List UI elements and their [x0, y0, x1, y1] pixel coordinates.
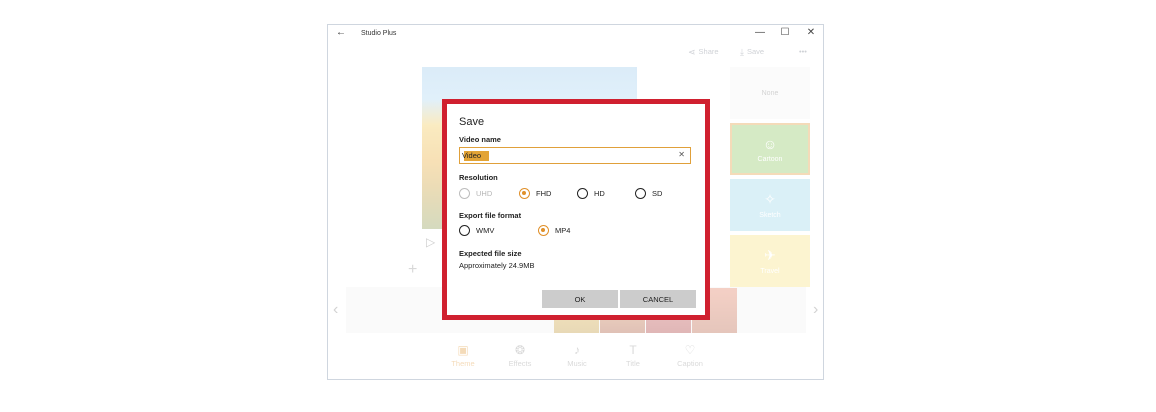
radio-circle [459, 188, 470, 199]
caption-bubble-icon: ♡ [684, 343, 696, 357]
format-label: Export file format [459, 211, 522, 220]
save-dialog: Save Video name ✕ Resolution UHD FHD HD … [459, 116, 699, 308]
resolution-sd-radio[interactable]: SD [635, 188, 662, 199]
tab-music[interactable]: ♪ Music [552, 343, 602, 368]
app-title: Studio Plus [361, 30, 397, 37]
resolution-hd-radio[interactable]: HD [577, 188, 605, 199]
title-bar: ← Studio Plus — ☐ ✕ [328, 25, 823, 43]
resolution-fhd-radio[interactable]: FHD [519, 188, 551, 199]
resolution-hd-label: HD [594, 189, 605, 198]
resolution-uhd-radio[interactable]: UHD [459, 188, 492, 199]
dialog-title: Save [459, 116, 485, 128]
resolution-uhd-label: UHD [476, 189, 493, 198]
effect-tile-1-label: Cartoon [757, 155, 783, 163]
save-label: Save [746, 47, 765, 56]
resolution-sd-label: SD [652, 189, 663, 198]
ok-button[interactable]: OK [542, 290, 618, 308]
music-note-icon: ♪ [574, 343, 580, 357]
more-icon[interactable]: ••• [799, 47, 807, 56]
resolution-label: Resolution [459, 173, 498, 182]
video-name-input[interactable] [462, 150, 672, 161]
radio-circle [538, 225, 549, 236]
close-icon[interactable]: ✕ [804, 27, 818, 38]
format-wmv-radio[interactable]: WMV [459, 225, 494, 236]
minimize-icon[interactable]: — [753, 27, 767, 38]
radio-circle [577, 188, 588, 199]
effect-none-label: None [761, 89, 779, 97]
resolution-options: UHD FHD HD SD [459, 188, 699, 204]
tab-effects-label: Effects [508, 359, 532, 368]
tab-theme[interactable]: ▣ Theme [438, 343, 488, 368]
title-t-icon: T [629, 343, 637, 357]
magic-wand-icon: ✧ [764, 191, 776, 207]
radio-circle [519, 188, 530, 199]
video-name-label: Video name [459, 135, 501, 144]
tab-caption[interactable]: ♡ Caption [665, 343, 715, 368]
tab-caption-label: Caption [677, 359, 703, 368]
effect-none[interactable]: None [730, 67, 810, 119]
share-icon: ⋖ [688, 47, 696, 57]
bottom-tab-bar: ▣ Theme ❂ Effects ♪ Music T Title ♡ Caption [328, 335, 823, 379]
tab-title[interactable]: T Title [608, 343, 658, 368]
format-mp4-radio[interactable]: MP4 [538, 225, 570, 236]
clear-icon[interactable]: ✕ [678, 150, 685, 159]
theme-icon: ▣ [457, 343, 469, 357]
smiley-icon: ☺ [762, 135, 778, 152]
chevron-left-icon[interactable]: ‹ [333, 301, 338, 319]
size-value: Approximately 24.9MB [459, 261, 535, 270]
resolution-fhd-label: FHD [536, 189, 552, 198]
share-button[interactable]: ⋖ Share [688, 47, 719, 58]
save-dialog-highlight: Save Video name ✕ Resolution UHD FHD HD … [442, 99, 710, 320]
airplane-icon: ✈ [764, 247, 776, 263]
effect-tile-3-label: Travel [760, 268, 780, 275]
back-arrow-icon[interactable]: ← [336, 27, 346, 38]
effects-icon: ❂ [514, 343, 526, 357]
format-mp4-label: MP4 [555, 226, 571, 235]
size-label: Expected file size [459, 249, 522, 258]
play-icon[interactable]: ▷ [426, 235, 435, 249]
tab-title-label: Title [626, 359, 640, 368]
add-clip-icon[interactable]: + [408, 261, 417, 279]
tab-music-label: Music [567, 359, 587, 368]
effect-tile-3[interactable]: ✈ Travel [730, 235, 810, 287]
cancel-button[interactable]: CANCEL [620, 290, 696, 308]
effect-tile-2-label: Sketch [759, 212, 781, 219]
radio-circle [459, 225, 470, 236]
tab-effects[interactable]: ❂ Effects [495, 343, 545, 368]
video-name-field[interactable]: ✕ [459, 147, 691, 164]
download-icon: ⤓ [740, 47, 744, 57]
share-label: Share [698, 47, 719, 56]
chevron-right-icon[interactable]: › [813, 301, 818, 319]
effect-tile-1[interactable]: ☺ Cartoon [730, 123, 810, 175]
maximize-icon[interactable]: ☐ [778, 27, 792, 38]
format-options: WMV MP4 [459, 225, 699, 241]
tab-theme-label: Theme [451, 359, 475, 368]
effect-tile-2[interactable]: ✧ Sketch [730, 179, 810, 231]
save-button[interactable]: ⤓ Save [740, 47, 764, 58]
radio-circle [635, 188, 646, 199]
format-wmv-label: WMV [476, 226, 495, 235]
